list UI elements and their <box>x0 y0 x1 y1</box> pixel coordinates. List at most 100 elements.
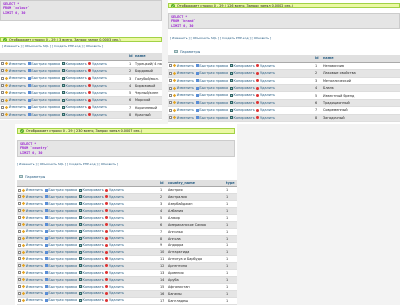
table-row[interactable]: Изменить Быстрая правка Копировать Удалить 8… <box>168 114 400 123</box>
table-row[interactable]: Изменить Быстрая правка Копировать Удалить 1… <box>17 186 237 195</box>
delete-row-button[interactable]: Удалить <box>88 113 107 117</box>
edit-row-button[interactable]: Изменить <box>4 62 26 66</box>
delete-row-button[interactable]: Удалить <box>105 291 124 295</box>
quick-edit-button[interactable]: Быстрая правка <box>27 62 60 66</box>
sql-links[interactable]: [ Изменить ] [ Объяснить SQL ] [ Создать… <box>17 162 118 166</box>
copy-row-button[interactable]: Копировать <box>78 264 104 268</box>
edit-row-button[interactable]: Изменить <box>21 264 43 268</box>
edit-row-button[interactable]: Изменить <box>4 76 26 80</box>
options-toolbar[interactable]: Параметры <box>17 174 45 179</box>
quick-edit-button[interactable]: Быстрая правка <box>44 195 77 199</box>
quick-edit-button[interactable]: Быстрая правка <box>44 257 77 261</box>
delete-row-button[interactable]: Удалить <box>256 116 275 120</box>
quick-edit-button[interactable]: Быстрая правка <box>44 216 77 220</box>
delete-row-button[interactable]: Удалить <box>105 223 124 227</box>
delete-row-button[interactable]: Удалить <box>256 93 275 97</box>
quick-edit-button[interactable]: Быстрая правка <box>44 298 77 302</box>
copy-row-button[interactable]: Копировать <box>229 116 255 120</box>
delete-row-button[interactable]: Удалить <box>105 229 124 233</box>
copy-row-button[interactable]: Копировать <box>78 285 104 289</box>
quick-edit-button[interactable]: Быстрая правка <box>44 264 77 268</box>
row-checkbox[interactable] <box>18 271 21 275</box>
table-row[interactable]: Изменить Быстрая правка Копировать Удалить 7… <box>17 228 237 236</box>
quick-edit-button[interactable]: Быстрая правка <box>195 86 228 90</box>
edit-row-button[interactable]: Изменить <box>172 101 194 105</box>
table-row[interactable]: Изменить Быстрая правка Копировать Удалить 4… <box>17 207 237 215</box>
copy-row-button[interactable]: Копировать <box>78 298 104 302</box>
copy-row-button[interactable]: Копировать <box>78 223 104 227</box>
delete-row-button[interactable]: Удалить <box>105 250 124 254</box>
copy-row-button[interactable]: Копировать <box>78 195 104 199</box>
table-row[interactable]: Изменить Быстрая правка Копировать Удалить 6… <box>17 221 237 229</box>
options-label[interactable]: Параметры <box>25 175 45 179</box>
table-row[interactable]: Изменить Быстрая правка Копировать Удалить 2… <box>17 193 237 202</box>
table-row[interactable]: Изменить Быстрая правка Копировать Удалить 4… <box>0 82 162 91</box>
table-row[interactable]: Изменить Быстрая правка Копировать Удалить 8… <box>17 235 237 243</box>
quick-edit-button[interactable]: Быстрая правка <box>195 93 228 97</box>
column-header-name[interactable]: name <box>322 55 400 63</box>
quick-edit-button[interactable]: Быстрая правка <box>44 223 77 227</box>
copy-row-button[interactable]: Копировать <box>78 278 104 282</box>
copy-row-button[interactable]: Копировать <box>229 93 255 97</box>
copy-row-button[interactable]: Копировать <box>229 108 255 112</box>
column-header-type[interactable]: type <box>225 180 237 188</box>
table-row[interactable]: Изменить Быстрая правка Копировать Удалить 6… <box>0 96 162 105</box>
copy-row-button[interactable]: Копировать <box>61 76 87 80</box>
row-checkbox[interactable] <box>18 223 21 227</box>
row-checkbox[interactable] <box>18 236 21 240</box>
table-row[interactable]: Изменить Быстрая правка Копировать Удалить 6… <box>168 99 400 108</box>
edit-row-button[interactable]: Изменить <box>172 86 194 90</box>
sql-links[interactable]: [ Изменить ] [ Объяснить SQL ] [ Создать… <box>2 44 103 48</box>
copy-row-button[interactable]: Копировать <box>78 291 104 295</box>
edit-row-button[interactable]: Изменить <box>172 79 194 83</box>
table-row[interactable]: Изменить Быстрая правка Копировать Удалить 9… <box>17 242 237 250</box>
edit-row-button[interactable]: Изменить <box>21 243 43 247</box>
copy-row-button[interactable]: Копировать <box>78 229 104 233</box>
edit-row-button[interactable]: Изменить <box>172 93 194 97</box>
quick-edit-button[interactable]: Быстрая правка <box>44 250 77 254</box>
quick-edit-button[interactable]: Быстрая правка <box>195 64 228 68</box>
row-checkbox[interactable] <box>18 298 21 302</box>
row-checkbox[interactable] <box>18 285 21 289</box>
delete-row-button[interactable]: Удалить <box>88 84 107 88</box>
copy-row-button[interactable]: Копировать <box>78 202 104 206</box>
edit-row-button[interactable]: Изменить <box>21 236 43 240</box>
quick-edit-button[interactable]: Быстрая правка <box>44 236 77 240</box>
edit-row-button[interactable]: Изменить <box>172 71 194 75</box>
delete-row-button[interactable]: Удалить <box>256 79 275 83</box>
table-row[interactable]: Изменить Быстрая правка Копировать Удалить 5… <box>17 214 237 222</box>
row-checkbox[interactable] <box>169 116 172 120</box>
row-checkbox[interactable] <box>169 93 172 97</box>
table-row[interactable]: Изменить Быстрая правка Копировать Удалить 7… <box>168 106 400 115</box>
edit-row-button[interactable]: Изменить <box>21 257 43 261</box>
quick-edit-button[interactable]: Быстрая правка <box>27 113 60 117</box>
quick-edit-button[interactable]: Быстрая правка <box>44 229 77 233</box>
delete-row-button[interactable]: Удалить <box>105 257 124 261</box>
edit-row-button[interactable]: Изменить <box>21 209 43 213</box>
row-checkbox[interactable] <box>169 79 172 83</box>
quick-edit-button[interactable]: Быстрая правка <box>195 71 228 75</box>
column-header-name[interactable]: name <box>134 53 162 61</box>
edit-row-button[interactable]: Изменить <box>21 298 43 302</box>
column-header-id[interactable]: id <box>159 180 167 188</box>
table-row[interactable]: Изменить Быстрая правка Копировать Удалить 2… <box>0 67 162 76</box>
edit-row-button[interactable]: Изменить <box>4 91 26 95</box>
row-checkbox[interactable] <box>1 62 4 66</box>
row-checkbox[interactable] <box>1 84 4 88</box>
table-row[interactable]: Изменить Быстрая правка Копировать Удалить 7… <box>0 104 162 112</box>
table-row[interactable]: Изменить Быстрая правка Копировать Удалить 3… <box>168 77 400 86</box>
copy-row-button[interactable]: Копировать <box>61 91 87 95</box>
copy-row-button[interactable]: Копировать <box>78 257 104 261</box>
delete-row-button[interactable]: Удалить <box>105 202 124 206</box>
quick-edit-button[interactable]: Быстрая правка <box>44 202 77 206</box>
copy-row-button[interactable]: Копировать <box>78 188 104 192</box>
table-row[interactable]: Изменить Быстрая правка Копировать Удалить 1… <box>17 248 237 257</box>
quick-edit-button[interactable]: Быстрая правка <box>27 105 60 109</box>
quick-edit-button[interactable]: Быстрая правка <box>44 188 77 192</box>
table-row[interactable]: Изменить Быстрая правка Копировать Удалить 2… <box>168 69 400 78</box>
delete-row-button[interactable]: Удалить <box>88 69 107 73</box>
table-row[interactable]: Изменить Быстрая правка Копировать Удалить 3… <box>17 200 237 209</box>
row-checkbox[interactable] <box>18 216 21 220</box>
row-checkbox[interactable] <box>18 291 21 295</box>
copy-row-button[interactable]: Копировать <box>78 236 104 240</box>
